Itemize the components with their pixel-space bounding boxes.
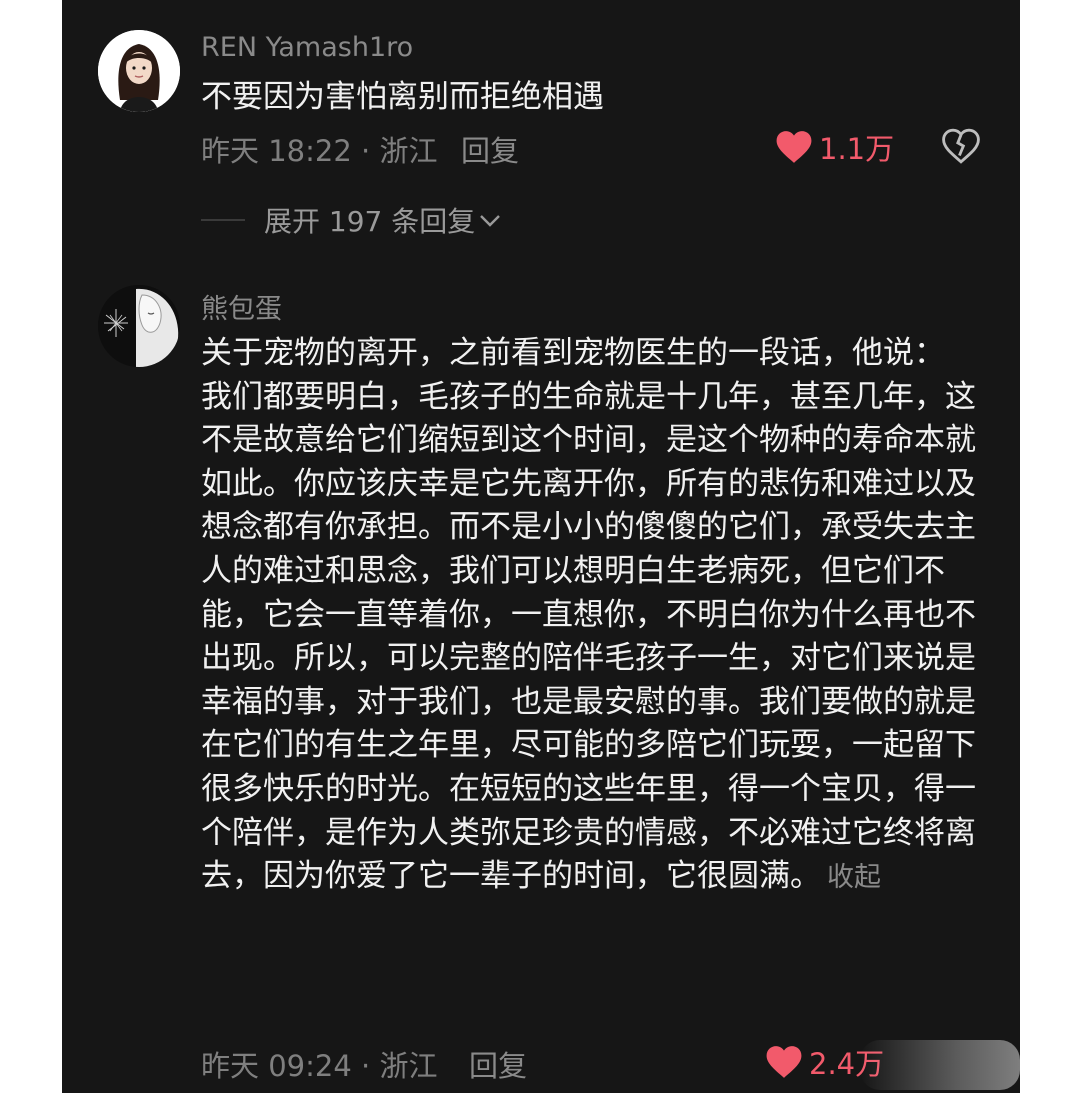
- comment-meta: 昨天 09:24 · 浙江: [201, 1049, 438, 1083]
- avatar[interactable]: [98, 285, 180, 367]
- watermark: [860, 1040, 1020, 1090]
- heart-filled-icon: [766, 1046, 802, 1078]
- comment-text-body: 关于宠物的离开，之前看到宠物医生的一段话，他说： 我们都要明白，毛孩子的生命就是…: [201, 335, 976, 895]
- sketch-girl-avatar-icon: [98, 285, 180, 367]
- comment-username[interactable]: 熊包蛋: [201, 287, 282, 326]
- collapse-link[interactable]: 收起: [827, 862, 881, 893]
- reply-button[interactable]: 回复: [469, 1043, 527, 1085]
- comment-list: REN Yamash1ro 不要因为害怕离别而拒绝相遇 昨天 18:22 · 浙…: [62, 0, 1020, 1093]
- comment-item: 熊包蛋 关于宠物的离开，之前看到宠物医生的一段话，他说： 我们都要明白，毛孩子的…: [62, 0, 1020, 1093]
- comment-text: 关于宠物的离开，之前看到宠物医生的一段话，他说： 我们都要明白，毛孩子的生命就是…: [201, 332, 981, 900]
